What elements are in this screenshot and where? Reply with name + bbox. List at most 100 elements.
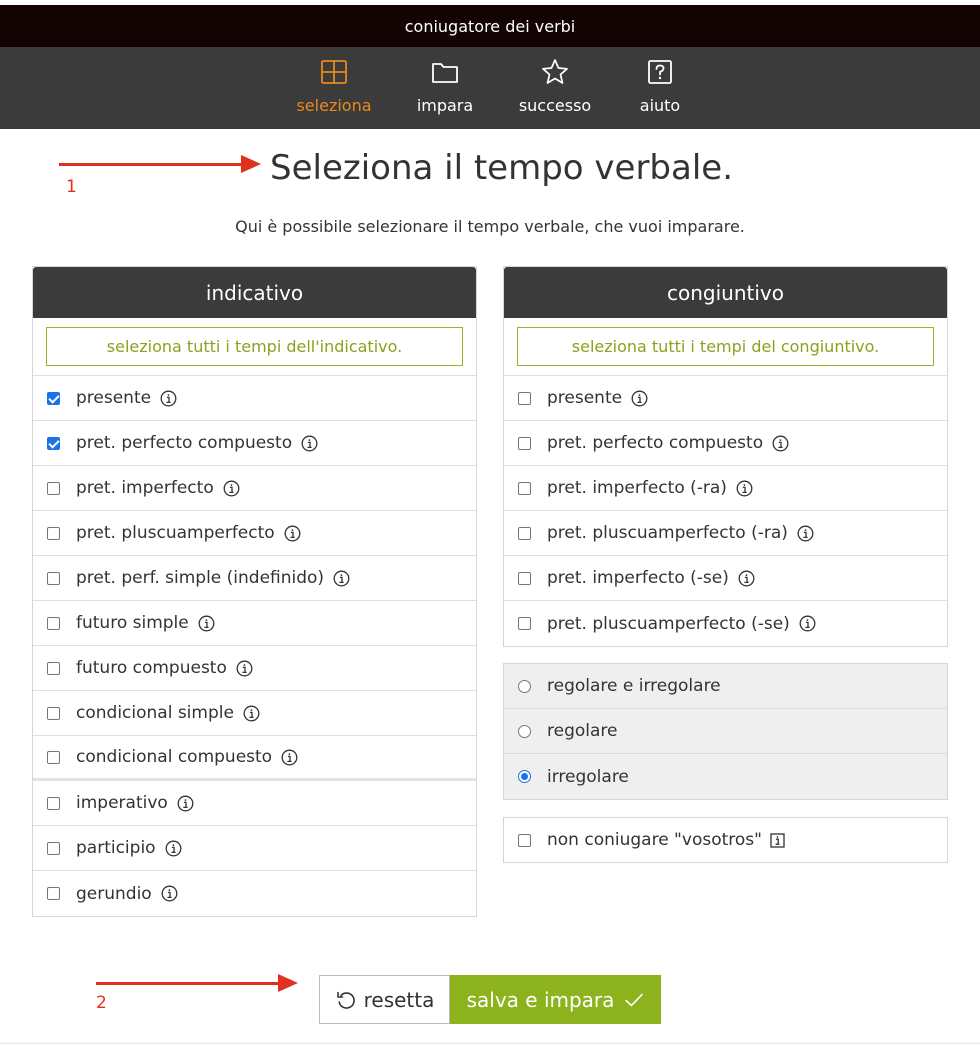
vosotros-label: non coniugare "vosotros" [547, 830, 762, 850]
indicativo-checkbox[interactable] [47, 391, 60, 405]
reset-button[interactable]: resetta [319, 975, 450, 1024]
verb-type-radio[interactable] [518, 724, 531, 738]
congiuntivo-checkbox[interactable] [518, 391, 531, 405]
indicativo-checkbox[interactable] [47, 571, 60, 585]
congiuntivo-checkbox[interactable] [518, 481, 531, 495]
indicativo-checkbox[interactable] [47, 841, 60, 855]
indicativo-label: futuro simple [76, 613, 189, 633]
congiuntivo-row-pret-pluscuamperfecto-se[interactable]: pret. pluscuamperfecto (-se) [504, 601, 947, 646]
congiuntivo-checkbox[interactable] [518, 571, 531, 585]
congiuntivo-checkbox[interactable] [518, 526, 531, 540]
indicativo-row-gerundio[interactable]: gerundio [33, 871, 476, 916]
indicativo-checkbox[interactable] [47, 616, 60, 630]
info-icon[interactable] [165, 840, 182, 857]
annotation-arrowhead-1 [241, 155, 261, 173]
indicativo-checkbox[interactable] [47, 481, 60, 495]
nav-item-aiuto[interactable]: aiuto [625, 47, 695, 129]
indicativo-row-pret-perfecto-compuesto[interactable]: pret. perfecto compuesto [33, 421, 476, 466]
save-and-learn-button[interactable]: salva e impara [450, 975, 661, 1024]
info-icon[interactable] [797, 525, 814, 542]
indicativo-row-condicional-compuesto[interactable]: condicional compuesto [33, 736, 476, 781]
info-icon[interactable] [281, 749, 298, 766]
grid-icon [321, 60, 347, 84]
indicativo-row-pret-pluscuamperfecto[interactable]: pret. pluscuamperfecto [33, 511, 476, 556]
info-square-icon[interactable] [770, 832, 785, 848]
question-icon [648, 60, 672, 84]
vosotros-option: non coniugare "vosotros" [503, 817, 948, 863]
indicativo-checkbox[interactable] [47, 750, 60, 764]
info-icon[interactable] [161, 885, 178, 902]
congiuntivo-row-pret-imperfecto-se[interactable]: pret. imperfecto (-se) [504, 556, 947, 601]
vosotros-row[interactable]: non coniugare "vosotros" [504, 818, 947, 862]
verb-type-radio[interactable] [518, 679, 531, 693]
info-icon[interactable] [236, 660, 253, 677]
indicativo-checkbox[interactable] [47, 436, 60, 450]
annotation-number-1: 1 [66, 177, 77, 197]
annotation-arrowhead-2 [278, 974, 298, 992]
verb-type-radio[interactable] [518, 770, 531, 783]
congiuntivo-label: pret. imperfecto (-se) [547, 568, 729, 588]
nav-item-seleziona[interactable]: seleziona [289, 47, 379, 129]
info-icon[interactable] [738, 570, 755, 587]
congiuntivo-row-pret-pluscuamperfecto-ra[interactable]: pret. pluscuamperfecto (-ra) [504, 511, 947, 556]
select-all-congiuntivo-button[interactable]: seleziona tutti i tempi del congiuntivo. [517, 327, 934, 366]
indicativo-row-pret-imperfecto[interactable]: pret. imperfecto [33, 466, 476, 511]
indicativo-label: pret. perfecto compuesto [76, 433, 293, 453]
indicativo-checkbox[interactable] [47, 706, 60, 720]
indicativo-checkbox[interactable] [47, 526, 60, 540]
info-icon[interactable] [301, 435, 318, 452]
indicativo-row-participio[interactable]: participio [33, 826, 476, 871]
indicativo-label: presente [76, 388, 152, 408]
info-icon[interactable] [333, 570, 350, 587]
page-subtitle: Qui è possibile selezionare il tempo ver… [235, 217, 745, 236]
congiuntivo-checkbox[interactable] [518, 617, 531, 630]
indicativo-row-presente[interactable]: presente [33, 376, 476, 421]
info-icon[interactable] [772, 435, 789, 452]
congiuntivo-row-pret-perfecto-compuesto[interactable]: pret. perfecto compuesto [504, 421, 947, 466]
indicativo-row-pret-perf-simple-indefinido[interactable]: pret. perf. simple (indefinido) [33, 556, 476, 601]
info-icon[interactable] [160, 390, 177, 407]
info-icon[interactable] [177, 795, 194, 812]
nav-item-impara[interactable]: impara [405, 47, 485, 129]
verb-type-row-regolare-e-irregolare[interactable]: regolare e irregolare [504, 664, 947, 709]
indicativo-row-futuro-simple[interactable]: futuro simple [33, 601, 476, 646]
vosotros-checkbox[interactable] [518, 833, 531, 847]
congiuntivo-row-presente[interactable]: presente [504, 376, 947, 421]
verb-type-group: regolare e irregolare regolare irregolare [503, 663, 948, 800]
info-icon[interactable] [799, 615, 816, 632]
info-icon[interactable] [631, 390, 648, 407]
indicativo-label: condicional compuesto [76, 747, 273, 767]
indicativo-checkbox[interactable] [47, 887, 60, 900]
folder-icon [432, 63, 458, 83]
indicativo-label: gerundio [76, 883, 152, 904]
verb-type-row-regolare[interactable]: regolare [504, 709, 947, 754]
save-label: salva e impara [466, 987, 615, 1012]
indicativo-checkbox[interactable] [47, 796, 60, 810]
indicativo-row-futuro-compuesto[interactable]: futuro compuesto [33, 646, 476, 691]
nav-item-successo[interactable]: successo [510, 47, 600, 129]
indicativo-checkbox[interactable] [47, 661, 60, 675]
indicativo-label: imperativo [76, 793, 168, 813]
indicativo-row-imperativo[interactable]: imperativo [33, 781, 476, 826]
nav-label-seleziona: seleziona [296, 96, 372, 115]
indicativo-row-condicional-simple[interactable]: condicional simple [33, 691, 476, 736]
verb-type-label: regolare [547, 721, 618, 741]
select-all-wrap: seleziona tutti i tempi dell'indicativo. [33, 318, 476, 376]
indicativo-label: pret. pluscuamperfecto [76, 523, 275, 543]
info-icon[interactable] [243, 705, 260, 722]
info-icon[interactable] [736, 480, 753, 497]
congiuntivo-row-pret-imperfecto-ra[interactable]: pret. imperfecto (-ra) [504, 466, 947, 511]
info-icon[interactable] [223, 480, 240, 497]
congiuntivo-label: pret. perfecto compuesto [547, 433, 764, 453]
indicativo-label: condicional simple [76, 703, 234, 723]
congiuntivo-checkbox[interactable] [518, 436, 531, 450]
info-icon[interactable] [198, 615, 215, 632]
info-icon[interactable] [284, 525, 301, 542]
verb-type-row-irregolare[interactable]: irregolare [504, 754, 947, 799]
select-all-indicativo-button[interactable]: seleziona tutti i tempi dell'indicativo. [46, 327, 463, 366]
reset-label: resetta [363, 987, 435, 1012]
indicativo-label: pret. imperfecto [76, 478, 214, 498]
indicativo-panel: indicativo seleziona tutti i tempi dell'… [32, 266, 477, 917]
nav-label-successo: successo [518, 96, 592, 115]
select-all-wrap: seleziona tutti i tempi del congiuntivo. [504, 318, 947, 376]
